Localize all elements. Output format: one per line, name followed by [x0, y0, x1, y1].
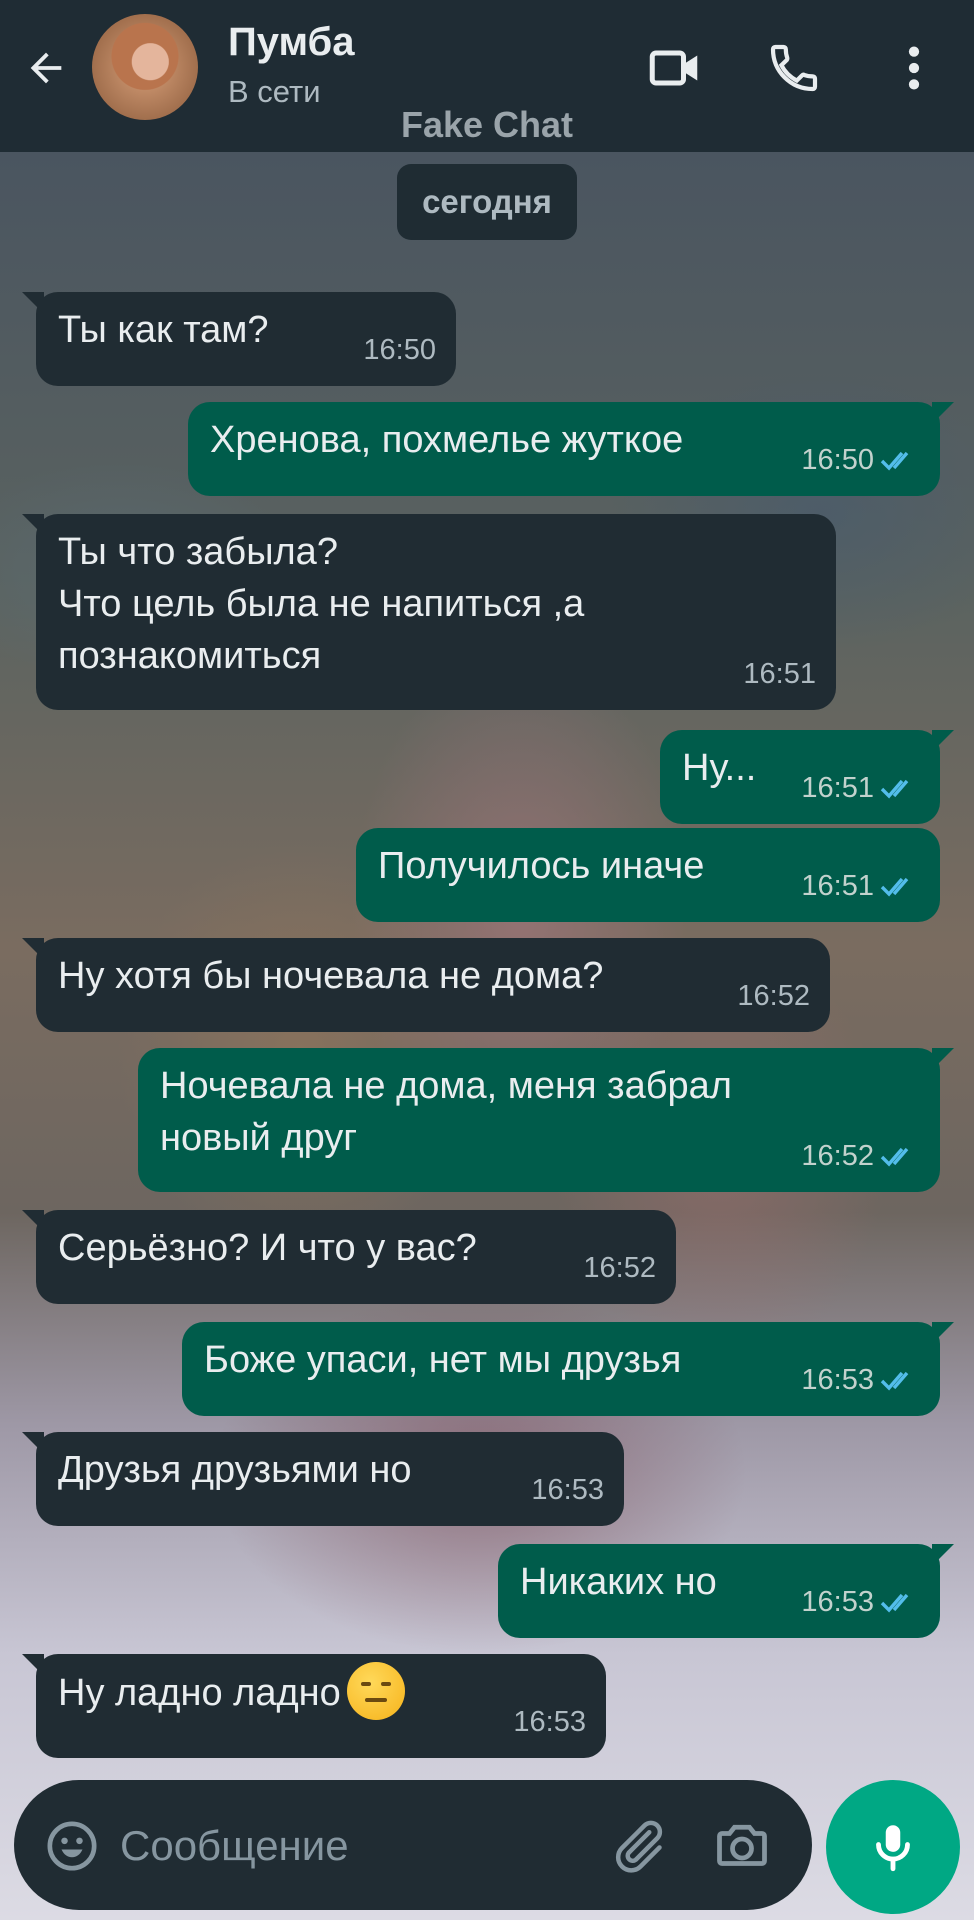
message-outgoing[interactable]: Ну... 16:51 [660, 730, 954, 824]
message-input[interactable] [118, 1810, 592, 1882]
message-time: 16:51 [801, 772, 874, 804]
message-incoming[interactable]: Ты как там? 16:50 [22, 292, 456, 386]
message-text: Ну ладно ладно [58, 1672, 341, 1715]
camera-button[interactable] [712, 1816, 772, 1876]
message-time: 16:52 [583, 1252, 656, 1284]
message-outgoing[interactable]: Никаких но 16:53 [498, 1544, 954, 1638]
message-time: 16:50 [801, 444, 874, 476]
back-button[interactable] [18, 40, 74, 96]
message-incoming[interactable]: Ну ладно ладно 16:53 [22, 1654, 606, 1758]
message-incoming[interactable]: Серьёзно? И что у вас? 16:52 [22, 1210, 676, 1304]
video-call-icon [649, 50, 698, 86]
emoji-icon [47, 1821, 97, 1871]
back-arrow-icon [30, 52, 62, 84]
message-outgoing[interactable]: Хренова, похмелье жуткое 16:50 [188, 402, 954, 496]
phone-icon [770, 44, 818, 92]
double-check-icon [880, 1371, 909, 1391]
attach-icon [616, 1820, 663, 1873]
message-time: 16:53 [801, 1364, 874, 1396]
message-time: 16:51 [801, 870, 874, 902]
message-outgoing[interactable]: Боже упаси, нет мы друзья 16:53 [182, 1322, 954, 1416]
message-time: 16:53 [531, 1474, 604, 1506]
message-time: 16:50 [363, 334, 436, 366]
message-time: 16:53 [801, 1586, 874, 1618]
message-time: 16:52 [737, 980, 810, 1012]
expressionless-face-emoji [346, 1662, 405, 1720]
double-check-icon [880, 877, 909, 897]
message-time: 16:51 [743, 658, 816, 690]
attach-button[interactable] [608, 1816, 668, 1876]
message-time: 16:52 [801, 1140, 874, 1172]
watermark: Fake Chat [400, 104, 574, 145]
contact-name[interactable]: Пумба [228, 20, 354, 65]
emoji-button[interactable] [44, 1818, 100, 1874]
more-options-button[interactable] [882, 36, 946, 100]
message-text: Серьёзно? И что у вас? [58, 1227, 477, 1269]
video-call-button[interactable] [644, 36, 708, 100]
message-text: Ты что забыла? Что цель была не напиться… [58, 531, 585, 677]
mic-button[interactable] [826, 1780, 960, 1914]
date-separator: сегодня [397, 164, 577, 240]
more-vert-icon [908, 46, 920, 90]
message-incoming[interactable]: Ты что забыла? Что цель была не напиться… [22, 514, 836, 710]
double-check-icon [880, 1593, 909, 1613]
camera-icon [717, 1824, 767, 1866]
message-text: Ну хотя бы ночевала не дома? [58, 955, 604, 997]
message-incoming[interactable]: Друзья друзьями но 16:53 [22, 1432, 624, 1526]
message-composer [14, 1780, 812, 1910]
message-text: Друзья друзьями но [58, 1449, 412, 1491]
double-check-icon [880, 779, 909, 799]
message-outgoing[interactable]: Ночевала не дома, меня забрал новый друг… [138, 1048, 954, 1192]
voice-call-button[interactable] [762, 36, 826, 100]
message-outgoing[interactable]: Получилось иначе 16:51 [356, 828, 940, 922]
message-incoming[interactable]: Ну хотя бы ночевала не дома? 16:52 [22, 938, 830, 1032]
double-check-icon [880, 1147, 909, 1167]
double-check-icon [880, 451, 909, 471]
message-time: 16:53 [513, 1706, 586, 1738]
mic-icon [876, 1825, 910, 1872]
